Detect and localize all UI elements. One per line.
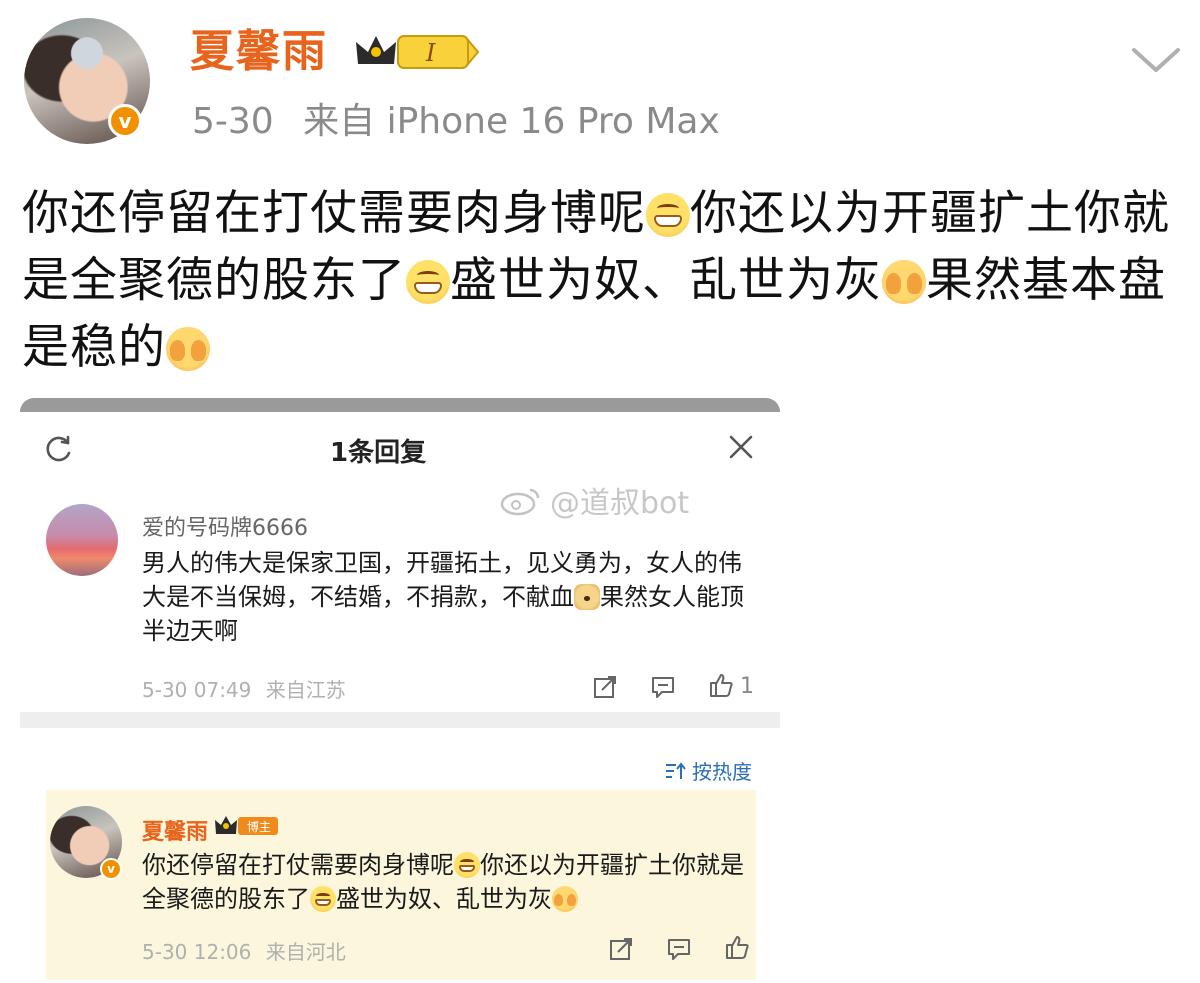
reply-text: 男人的伟大是保家卫国，开疆拓土，见义勇为，女人的伟大是不当保姆，不结婚，不捐款，… [142,546,752,648]
comment-text: 你还停留在打仗需要肉身博呢 你还以为开疆扩土你就是全聚德的股东了 盛世为奴、乱世为灰 [142,848,752,916]
reply-meta: 5-30 07:49 来自江苏 [142,674,346,703]
cover-emoji-icon [882,260,926,304]
post-text-segment: 你还停留在打仗需要肉身博呢 [22,186,646,241]
post-text: 你还停留在打仗需要肉身博呢 你还以为开疆扩土你就是全聚德的股东了 盛世为奴、乱世为灰… [22,180,1182,381]
grin-emoji-icon [310,886,336,912]
refresh-icon[interactable] [44,434,74,464]
watermark-text: @道叔bot [550,486,690,521]
cover-emoji-icon [166,327,210,371]
author-name[interactable]: 夏馨雨 [190,24,328,80]
close-icon[interactable] [726,432,756,462]
reply-author[interactable]: 爱的号码牌6666 [142,510,308,542]
like-icon[interactable] [708,672,734,698]
share-icon[interactable] [608,936,634,962]
cover-emoji-icon [552,886,578,912]
comment-meta: 5-30 12:06 来自河北 [142,936,346,965]
comment-author[interactable]: 夏馨雨 [142,814,208,846]
dog-emoji-icon [574,584,600,610]
reply-panel-title: 1条回复 [330,438,427,468]
author-badge-text: 博主 [247,819,271,834]
post-meta: 5-30 来自 iPhone 16 Pro Max [192,100,720,144]
like-icon[interactable] [724,934,750,960]
grin-emoji-icon [646,193,690,237]
reply-panel-bottom-edge [20,712,780,728]
post-source: 来自 iPhone 16 Pro Max [303,101,720,142]
grin-emoji-icon [454,852,480,878]
comment-text-segment: 盛世为奴、乱世为灰 [336,885,552,913]
watermark: @道叔bot [500,478,689,522]
comment-icon[interactable] [666,936,692,962]
sort-by-hot-button[interactable]: 按热度 [664,756,752,785]
comment-time: 5-30 12:06 [142,940,252,964]
sort-label: 按热度 [692,760,752,784]
level-text: I [425,39,436,67]
comment-location: 来自河北 [265,940,346,964]
author-badge: 博主 [215,816,278,835]
weibo-logo-icon [500,488,540,516]
reply-location: 来自江苏 [265,678,346,702]
grin-emoji-icon [406,260,450,304]
verified-icon: v [100,858,122,880]
reply-time: 5-30 07:49 [142,678,252,702]
comment-icon[interactable] [650,674,676,700]
post-text-segment: 盛世为奴、乱世为灰 [450,253,882,308]
chevron-down-icon[interactable] [1128,40,1184,80]
verified-icon: v [108,104,142,138]
crown-level-badge-icon[interactable]: I [352,30,480,74]
reply-avatar[interactable] [46,504,118,576]
sort-icon [666,761,686,779]
like-count: 1 [740,674,754,699]
share-icon[interactable] [592,674,618,700]
post-date: 5-30 [192,101,274,142]
comment-text-segment: 你还停留在打仗需要肉身博呢 [142,851,454,879]
